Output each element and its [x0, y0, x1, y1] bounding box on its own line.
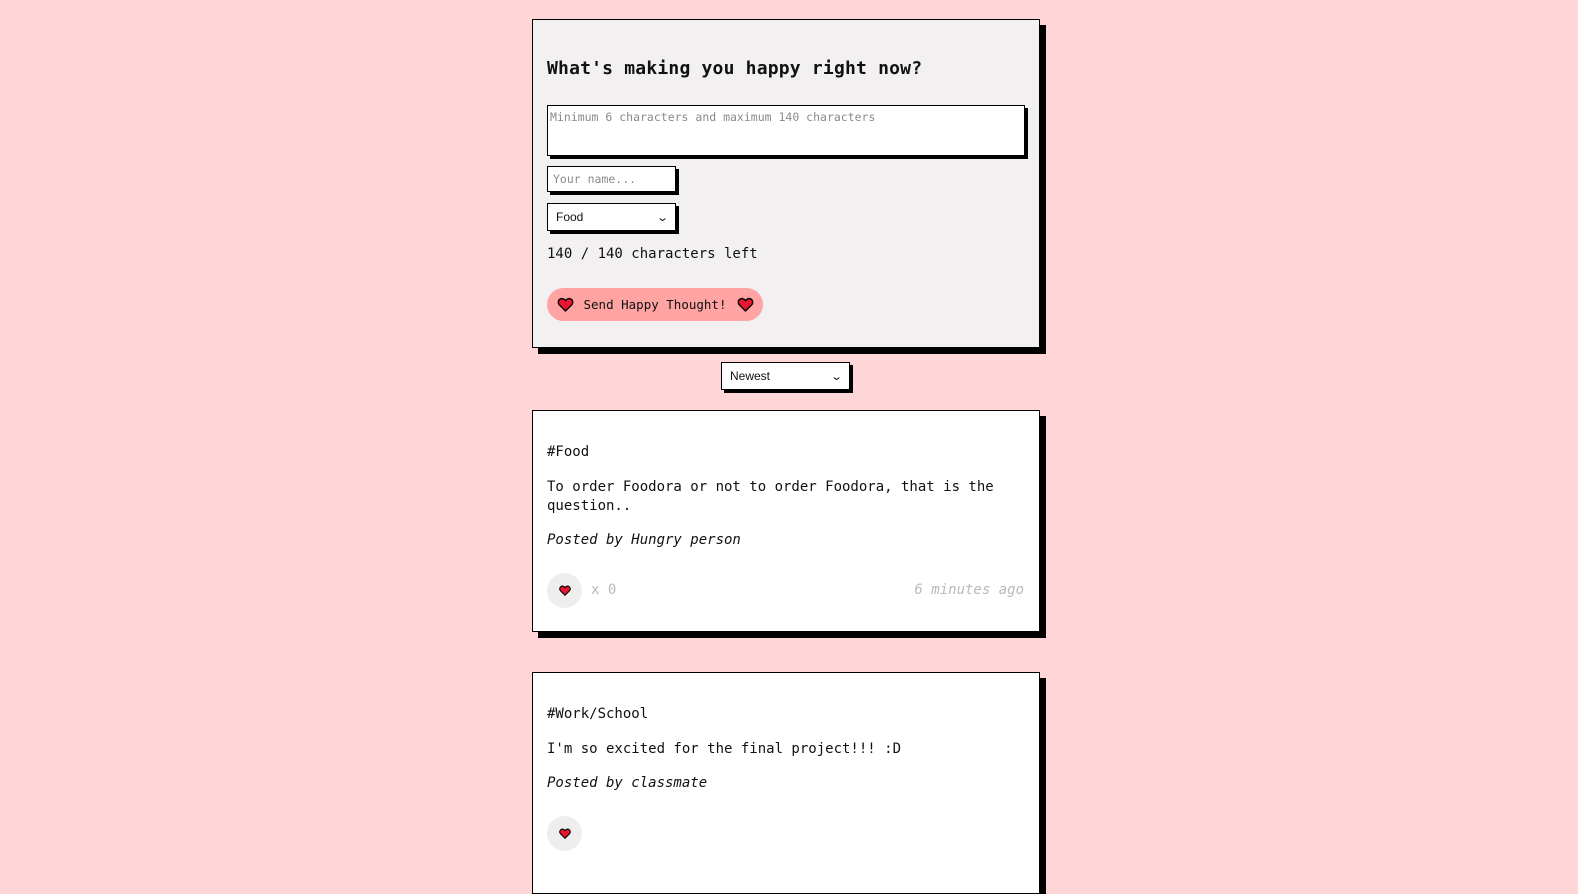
message-author: Posted by classmate	[547, 775, 708, 791]
message-card: #Food To order Foodora or not to order F…	[532, 410, 1040, 632]
chevron-down-icon: ⌄	[655, 210, 669, 224]
message-author: Posted by Hungry person	[547, 532, 741, 548]
thought-input[interactable]	[547, 105, 1025, 156]
name-input[interactable]	[547, 166, 676, 192]
sort-select[interactable]: Newest ⌄	[721, 362, 850, 390]
form-title: What's making you happy right now?	[547, 58, 923, 79]
like-button[interactable]	[547, 816, 582, 851]
heart-icon	[558, 585, 571, 596]
message-category: #Food	[547, 444, 590, 460]
send-happy-thought-button[interactable]: Send Happy Thought!	[547, 288, 763, 321]
message-card: #Work/School I'm so excited for the fina…	[532, 672, 1040, 894]
heart-icon	[558, 828, 571, 839]
category-select[interactable]: Food ⌄	[547, 203, 676, 231]
message-category: #Work/School	[547, 706, 649, 722]
like-button[interactable]	[547, 573, 582, 608]
send-button-label: Send Happy Thought!	[583, 297, 727, 312]
chevron-down-icon: ⌄	[829, 369, 843, 383]
char-count: 140 / 140 characters left	[547, 246, 758, 262]
message-text: To order Foodora or not to order Foodora…	[547, 479, 994, 514]
sort-select-value: Newest	[730, 369, 771, 383]
message-timestamp: 6 minutes ago	[914, 582, 1024, 598]
heart-icon	[737, 297, 753, 312]
like-count: x 0	[591, 582, 617, 598]
message-text: I'm so excited for the final project!!! …	[547, 741, 902, 757]
category-select-value: Food	[556, 210, 584, 224]
heart-icon	[557, 297, 573, 312]
thought-form: What's making you happy right now? Food …	[532, 19, 1040, 348]
